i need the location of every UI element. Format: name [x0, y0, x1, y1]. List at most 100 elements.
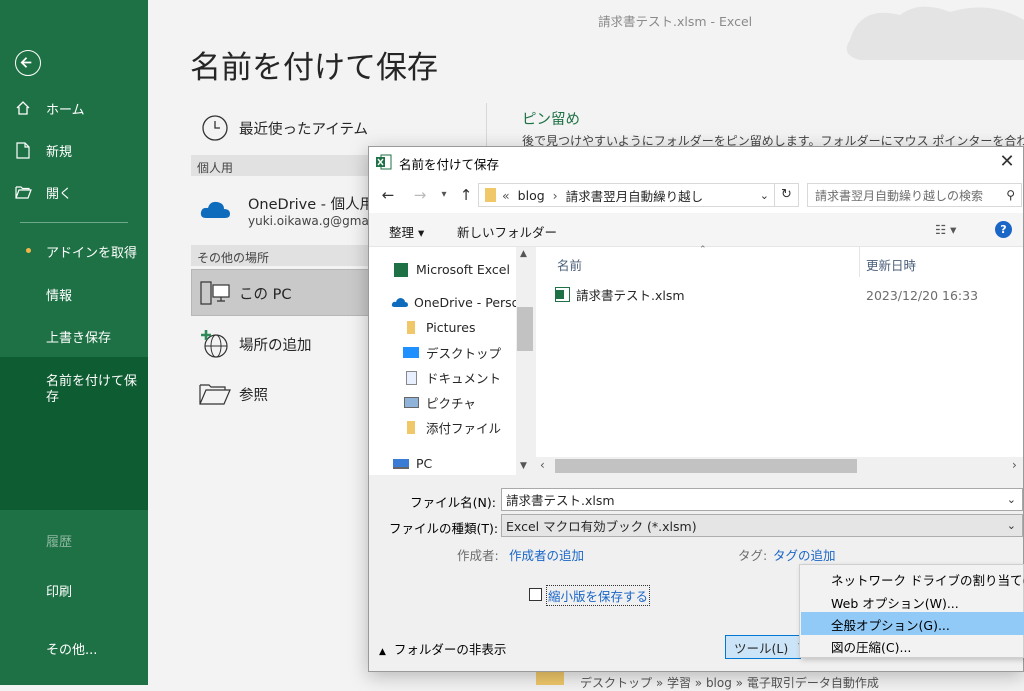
nav-save[interactable]: 上書き保存: [46, 327, 111, 346]
chevron-down-icon[interactable]: ⌄: [760, 189, 769, 202]
column-header-name[interactable]: 名前: [557, 255, 582, 274]
tree-item-attachments[interactable]: 添付ファイル: [401, 415, 534, 440]
forward-arrow-icon[interactable]: →: [409, 186, 431, 204]
search-input[interactable]: 請求書翌月自動繰り越しの検索 ⚲: [807, 183, 1022, 207]
column-divider[interactable]: [859, 247, 860, 277]
column-header-date[interactable]: 更新日時: [866, 255, 916, 274]
location-recent[interactable]: 最近使ったアイテム: [191, 106, 371, 150]
tree-item-pictures[interactable]: Pictures: [401, 315, 534, 340]
onedrive-cloud-icon: [391, 297, 409, 308]
help-icon[interactable]: ?: [995, 221, 1012, 238]
tree-item-excel[interactable]: Microsoft Excel: [391, 257, 531, 282]
search-icon: ⚲: [1006, 188, 1015, 202]
pin-title: ピン留め: [522, 112, 580, 128]
menu-item-web-options[interactable]: Web オプション(W)...: [801, 590, 1024, 613]
tree-item-documents[interactable]: ドキュメント: [401, 365, 534, 390]
file-row[interactable]: 請求書テスト.xlsm: [555, 285, 685, 304]
refresh-icon[interactable]: ↻: [775, 183, 799, 207]
onedrive-cloud-icon: [200, 201, 230, 218]
document-icon: [401, 370, 421, 385]
hide-folders-button[interactable]: ▲ フォルダーの非表示: [379, 639, 506, 658]
chevron-down-icon[interactable]: ⌄: [1007, 519, 1016, 532]
nav-divider: [20, 222, 128, 223]
location-add-place[interactable]: 場所の追加: [191, 322, 371, 366]
breadcrumb-overflow[interactable]: «: [502, 188, 510, 203]
sort-chevron-icon: ⌃: [699, 245, 707, 255]
organize-button[interactable]: 整理 ▾: [389, 222, 424, 241]
chevron-left-icon[interactable]: ‹: [540, 458, 545, 472]
home-icon: [0, 100, 46, 116]
add-author-link[interactable]: 作成者の追加: [509, 545, 584, 564]
nav-home[interactable]: ホーム: [0, 90, 148, 126]
nav-history: 履歴: [46, 535, 73, 550]
group-header-other: その他の場所: [191, 245, 371, 266]
open-folder-icon: [0, 185, 46, 199]
picture-icon: [401, 397, 421, 408]
nav-print[interactable]: 印刷: [46, 581, 72, 600]
folder-icon: [485, 188, 496, 202]
scrollbar-thumb[interactable]: [517, 307, 533, 351]
dialog-titlebar[interactable]: 名前を付けて保存 ✕: [369, 147, 1023, 177]
tree-item-pictures-jp[interactable]: ピクチャ: [401, 390, 534, 415]
nav-more[interactable]: その他...: [46, 639, 97, 658]
back-button[interactable]: [15, 50, 41, 76]
nav-open[interactable]: 開く: [0, 174, 148, 210]
back-arrow-icon[interactable]: ←: [377, 186, 399, 204]
menu-item-general-options[interactable]: 全般オプション(G)...: [801, 612, 1024, 635]
filetype-select[interactable]: Excel マクロ有効ブック (*.xlsm) ⌄: [501, 514, 1023, 537]
menu-item-compress-pictures[interactable]: 図の圧縮(C)...: [801, 634, 1024, 657]
clock-icon: [191, 114, 239, 142]
tools-menu: ネットワーク ドライブの割り当て(N)... Web オプション(W)... 全…: [799, 564, 1024, 658]
chevron-up-icon[interactable]: ▲: [520, 249, 527, 259]
desktop-icon: [401, 347, 421, 358]
tree-item-label: Pictures: [426, 320, 476, 335]
new-folder-button[interactable]: 新しいフォルダー: [457, 222, 557, 241]
recent-folder-path[interactable]: デスクトップ » 学習 » blog » 電子取引データ自動作成: [580, 674, 879, 691]
scrollbar-thumb[interactable]: [555, 459, 857, 473]
excel-icon: [376, 154, 392, 170]
tree-item-pc[interactable]: PC: [391, 451, 531, 475]
navigation-scrollbar[interactable]: ▲ ▼: [516, 247, 534, 475]
tools-label: ツール(L): [734, 640, 789, 656]
address-bar[interactable]: « blog › 請求書翌月自動繰り越し ⌄: [478, 183, 775, 207]
breadcrumb-blog[interactable]: blog: [518, 188, 545, 203]
nav-new[interactable]: 新規: [0, 132, 148, 168]
chevron-down-icon[interactable]: ⌄: [1007, 493, 1016, 506]
location-recent-label: 最近使ったアイテム: [239, 121, 369, 138]
excel-icon: [391, 262, 411, 277]
filename-value: 請求書テスト.xlsm: [506, 493, 615, 508]
filename-label: ファイル名(N):: [410, 495, 496, 510]
up-arrow-icon[interactable]: ↑: [455, 186, 477, 204]
view-options-icon[interactable]: ☷ ▾: [935, 222, 956, 237]
tree-item-onedrive[interactable]: OneDrive - Personal: [391, 290, 531, 315]
menu-item-map-network-drive[interactable]: ネットワーク ドライブの割り当て(N)...: [801, 567, 1024, 590]
chevron-right-icon: ›: [552, 187, 558, 203]
tree-item-label: デスクトップ: [426, 346, 502, 361]
excel-macro-file-icon: [555, 287, 570, 302]
location-browse[interactable]: 参照: [191, 372, 371, 416]
close-icon[interactable]: ✕: [995, 151, 1019, 173]
tree-item-desktop[interactable]: デスクトップ: [401, 340, 534, 365]
location-this-pc[interactable]: この PC: [191, 271, 371, 315]
page-title: 名前を付けて保存: [190, 50, 438, 86]
chevron-down-icon[interactable]: ▼: [520, 461, 527, 471]
globe-add-icon: [191, 329, 239, 359]
group-header-personal: 個人用: [191, 155, 371, 176]
hide-folders-label: フォルダーの非表示: [393, 642, 507, 657]
nav-info[interactable]: 情報: [46, 285, 72, 304]
nav-get-addins[interactable]: アドインを取得: [46, 242, 137, 261]
save-thumbnail-checkbox[interactable]: [529, 588, 542, 601]
location-onedrive[interactable]: OneDrive - 個人用 yuki.oikawa.g@gmail.com: [191, 180, 371, 240]
notification-dot: [26, 248, 31, 253]
add-tag-link[interactable]: タグの追加: [773, 545, 836, 564]
location-browse-label: 参照: [239, 387, 268, 404]
breadcrumb-current[interactable]: 請求書翌月自動繰り越し: [566, 186, 704, 205]
filename-input[interactable]: 請求書テスト.xlsm ⌄: [501, 488, 1023, 511]
backstage-nav: ホーム 新規 開く アドインを取得 情報 上書き保存 名前を付けて保 存 履歴 …: [0, 0, 148, 685]
tools-button[interactable]: ツール(L) ▼: [725, 635, 805, 659]
chevron-right-icon[interactable]: ›: [1012, 458, 1017, 472]
chevron-down-icon[interactable]: ▾: [433, 189, 455, 200]
search-placeholder: 請求書翌月自動繰り越しの検索: [815, 188, 984, 203]
tree-item-label: 添付ファイル: [426, 421, 502, 436]
save-thumbnail-label[interactable]: 縮小版を保存する: [546, 585, 651, 606]
